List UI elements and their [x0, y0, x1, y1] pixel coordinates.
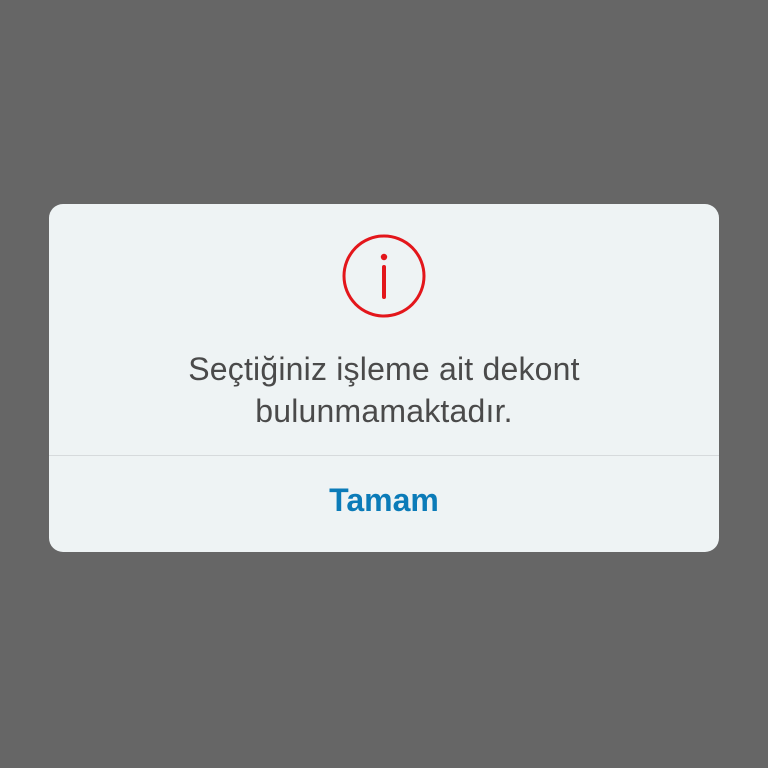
- dialog-message-line-1: Seçtiğiniz işleme ait dekont: [188, 351, 580, 387]
- dialog-message: Seçtiğiniz işleme ait dekont bulunmamakt…: [89, 348, 679, 432]
- ok-button[interactable]: Tamam: [49, 456, 719, 552]
- dialog-message-line-2: bulunmamaktadır.: [255, 393, 513, 429]
- alert-dialog: Seçtiğiniz işleme ait dekont bulunmamakt…: [49, 204, 719, 552]
- info-icon: [341, 233, 427, 319]
